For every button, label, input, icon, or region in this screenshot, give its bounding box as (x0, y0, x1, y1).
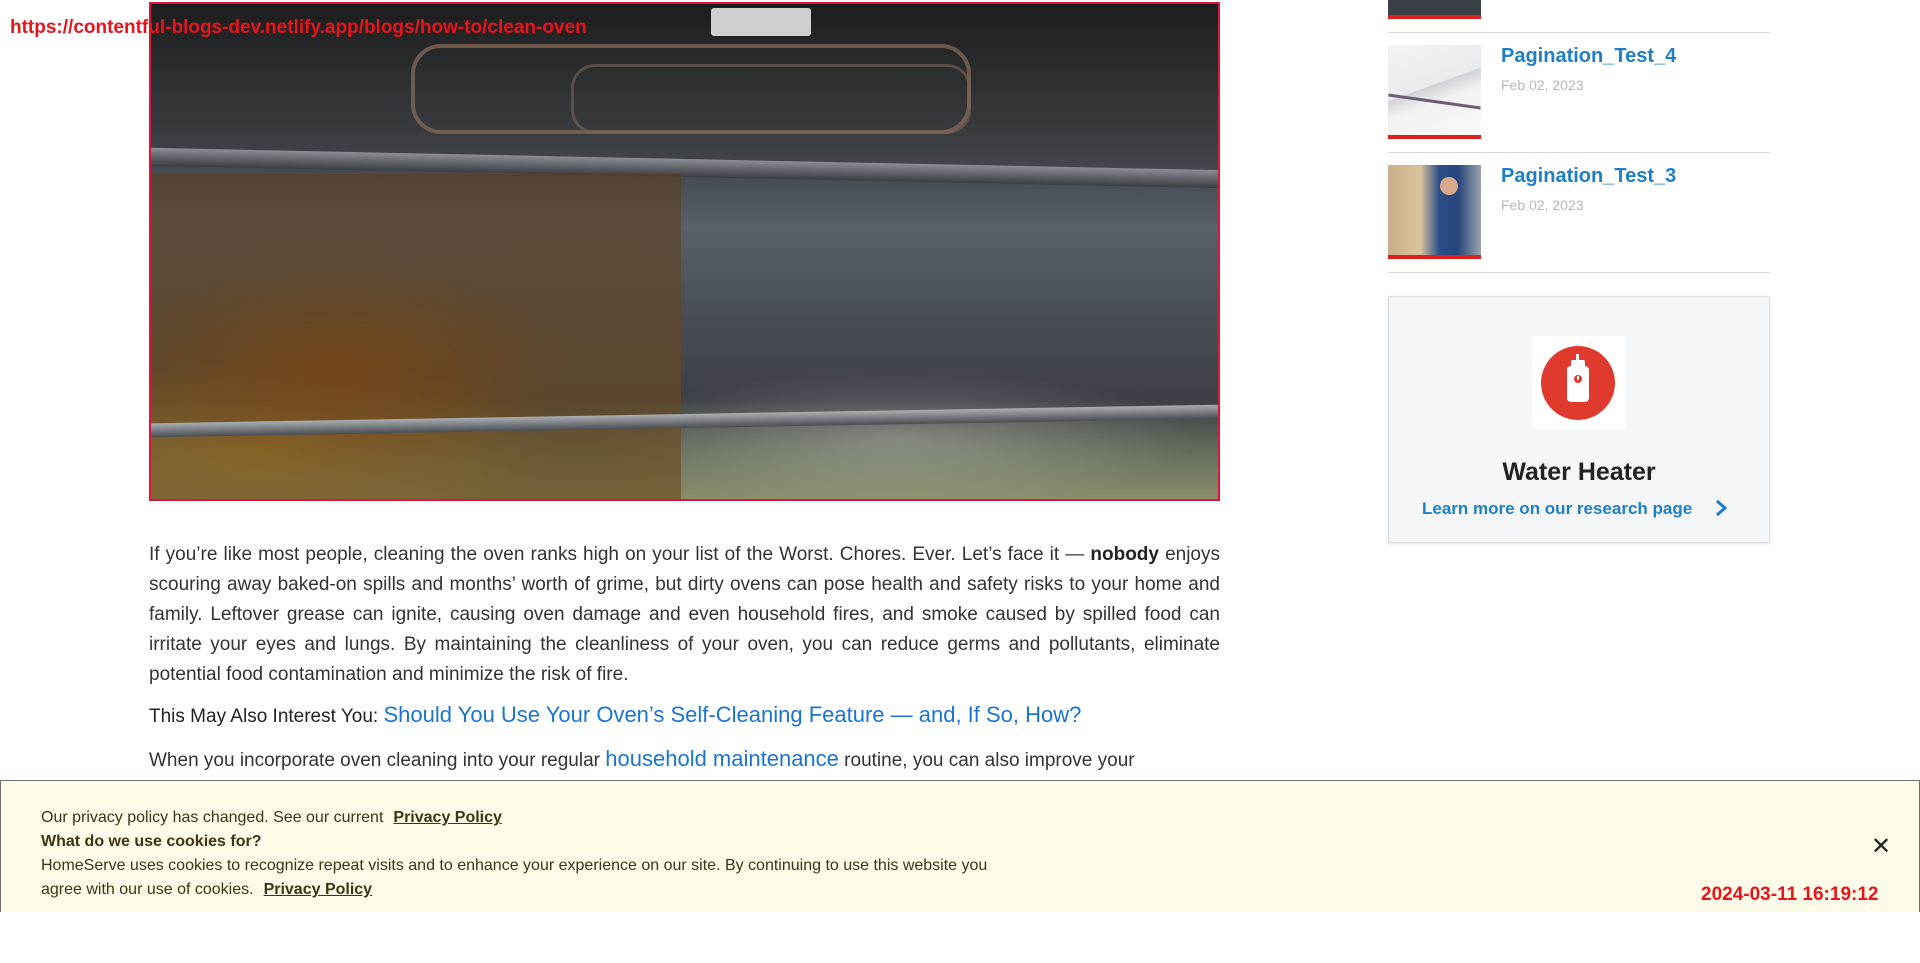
sidebar-item-partial[interactable] (1388, 0, 1770, 33)
cookie-banner: Our privacy policy has changed. See our … (0, 780, 1920, 912)
paragraph-1-bold: nobody (1090, 544, 1159, 565)
cookie-policy-changed-text: Our privacy policy has changed. See our … (41, 809, 384, 826)
water-heater-title: Water Heater (1502, 458, 1656, 486)
paragraph-1-text-b: enjoys scouring away baked-on spills and… (149, 544, 1221, 685)
oven-hinge (711, 8, 811, 36)
also-interest: This May Also Interest You: Should You U… (149, 700, 1220, 732)
sidebar-thumbnail[interactable] (1388, 45, 1481, 139)
cookie-line-1: Our privacy policy has changed. See our … (41, 809, 502, 827)
article-paragraph-2: When you incorporate oven cleaning into … (149, 744, 1220, 776)
dirty-oven-area (151, 174, 681, 499)
oven-hero-image (149, 2, 1220, 501)
sidebar-item-pagination-test-3[interactable]: Pagination_Test_3 Feb 02, 2023 (1388, 153, 1770, 273)
cookie-agree-text: agree with our use of cookies. (41, 881, 254, 898)
paragraph-2-text-b: routine, you can also improve your (838, 750, 1135, 771)
cookie-question: What do we use cookies for? (41, 833, 262, 850)
cookie-line-3: HomeServe uses cookies to recognize repe… (41, 857, 988, 874)
water-heater-card: Water Heater Learn more on our research … (1388, 296, 1770, 543)
oven-heating-element-inner (571, 64, 971, 134)
privacy-policy-link-2[interactable]: Privacy Policy (264, 881, 373, 898)
paragraph-2-text-a: When you incorporate oven cleaning into … (149, 750, 606, 771)
sidebar: Pagination_Test_4 Feb 02, 2023 Paginatio… (1388, 0, 1770, 273)
sidebar-item-title[interactable]: Pagination_Test_4 (1501, 45, 1676, 68)
sidebar-item-title[interactable]: Pagination_Test_3 (1501, 165, 1676, 188)
article-body: If you’re like most people, cleaning the… (149, 540, 1220, 786)
page: https://contentful-blogs-dev.netlify.app… (0, 0, 1920, 963)
paragraph-1-text-a: If you’re like most people, cleaning the… (149, 544, 1091, 565)
household-maintenance-link[interactable]: household maintenance (605, 746, 839, 771)
timestamp-overlay: 2024-03-11 16:19:12 (1701, 884, 1879, 905)
chevron-right-icon[interactable] (1711, 498, 1731, 518)
article-paragraph-1: If you’re like most people, cleaning the… (149, 540, 1220, 690)
sidebar-item-date: Feb 02, 2023 (1501, 77, 1584, 93)
research-page-link[interactable]: Learn more on our research page (1422, 499, 1692, 519)
water-heater-icon-box (1532, 336, 1626, 430)
interest-label: This May Also Interest You: (149, 706, 379, 727)
sidebar-item-date: Feb 02, 2023 (1501, 197, 1584, 213)
water-heater-icon (1541, 346, 1615, 420)
interest-link[interactable]: Should You Use Your Oven’s Self-Cleaning… (383, 702, 1081, 727)
privacy-policy-link[interactable]: Privacy Policy (393, 809, 502, 826)
close-icon[interactable]: ✕ (1871, 835, 1891, 859)
sidebar-item-pagination-test-4[interactable]: Pagination_Test_4 Feb 02, 2023 (1388, 33, 1770, 153)
sidebar-thumbnail[interactable] (1388, 0, 1481, 19)
url-overlay: https://contentful-blogs-dev.netlify.app… (10, 17, 587, 38)
sidebar-thumbnail[interactable] (1388, 165, 1481, 259)
cookie-line-4: agree with our use of cookies. Privacy Po… (41, 881, 372, 899)
